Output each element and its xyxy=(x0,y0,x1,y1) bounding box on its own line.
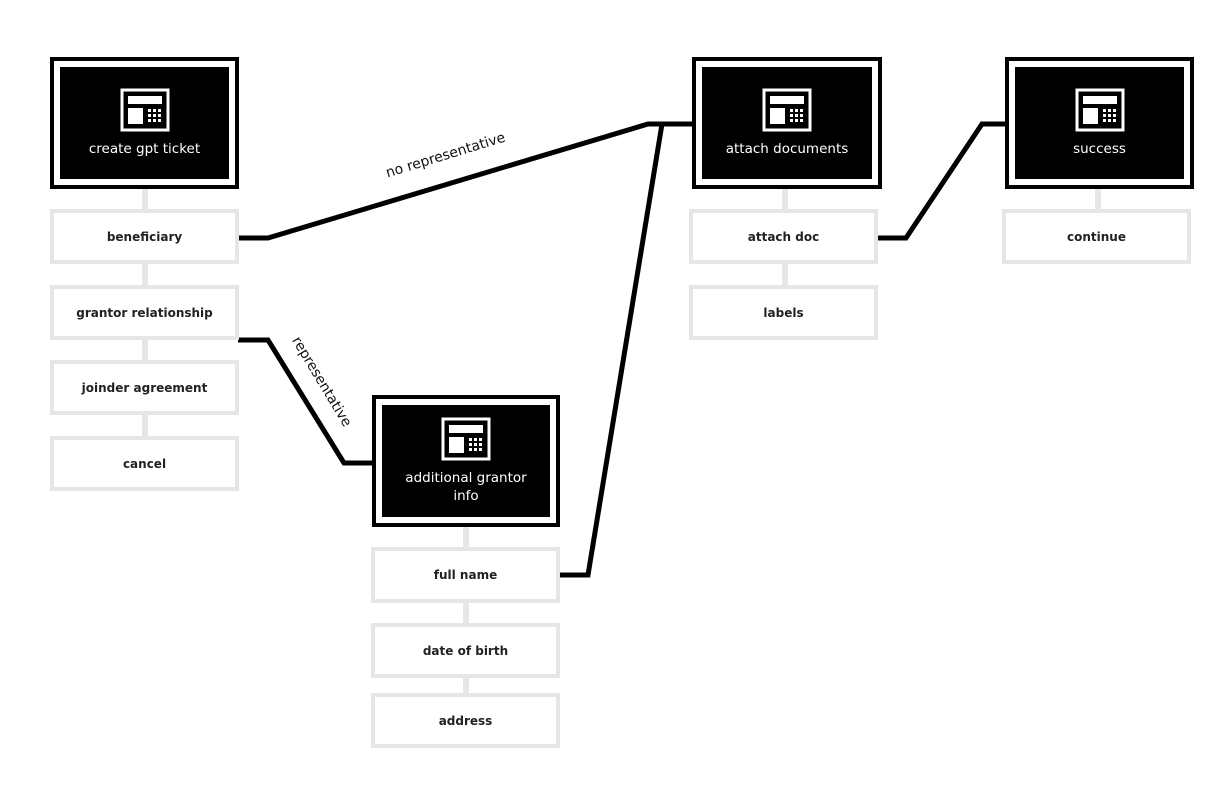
terminal-keypad-icon xyxy=(120,88,170,132)
terminal-keypad-icon xyxy=(1075,88,1125,132)
screen-title: create gpt ticket xyxy=(88,141,201,157)
option-grantor-relationship[interactable]: grantor relationship xyxy=(50,285,239,340)
option-beneficiary[interactable]: beneficiary xyxy=(50,209,239,264)
screen-title: additional grantor info xyxy=(405,470,527,504)
edge-label-no-representative: no representative xyxy=(384,129,508,182)
screen-additional-grantor-info[interactable]: additional grantor info xyxy=(372,395,560,527)
option-attach-doc[interactable]: attach doc xyxy=(689,209,878,264)
screen-create-gpt-ticket[interactable]: create gpt ticket xyxy=(50,57,239,189)
screen-title: attach documents xyxy=(725,141,849,157)
screen-title: success xyxy=(1073,141,1126,157)
option-continue[interactable]: continue xyxy=(1002,209,1191,264)
edge-full-name-to-attach-documents xyxy=(558,123,665,578)
option-labels[interactable]: labels xyxy=(689,285,878,340)
option-cancel[interactable]: cancel xyxy=(50,436,239,491)
option-address[interactable]: address xyxy=(371,693,560,748)
terminal-keypad-icon xyxy=(441,417,491,461)
edge-label-representative: representative xyxy=(288,334,355,430)
edge-attach-doc-to-success xyxy=(878,121,1008,241)
terminal-keypad-icon xyxy=(762,88,812,132)
screen-attach-documents[interactable]: attach documents xyxy=(692,57,882,189)
option-date-of-birth[interactable]: date of birth xyxy=(371,623,560,678)
option-joinder-agreement[interactable]: joinder agreement xyxy=(50,360,239,415)
screen-success[interactable]: success xyxy=(1005,57,1194,189)
option-full-name[interactable]: full name xyxy=(371,547,560,603)
